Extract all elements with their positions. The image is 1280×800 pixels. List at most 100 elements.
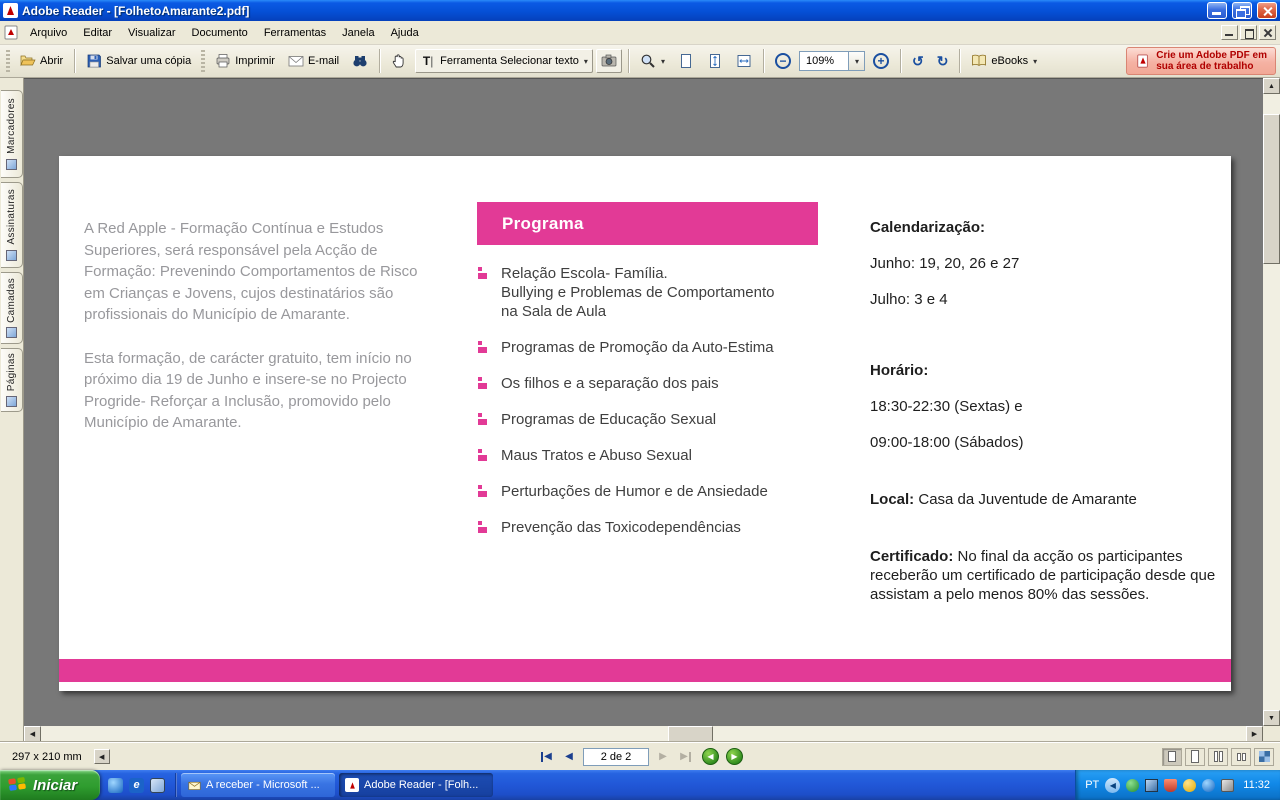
scroll-left-button[interactable]: ◀ (24, 726, 41, 742)
hide-icons-chevron[interactable]: ◀ (1105, 777, 1121, 793)
create-pdf-button[interactable]: Crie um Adobe PDF em sua área de trabalh… (1126, 47, 1276, 75)
single-page-layout-button[interactable] (1162, 747, 1182, 766)
menu-visualizar[interactable]: Visualizar (121, 24, 183, 42)
taskbar-item-outlook[interactable]: A receber - Microsoft ... (181, 773, 335, 797)
continuous-layout-button[interactable] (1185, 747, 1205, 766)
program-item: Prevenção das Toxicodependências (478, 518, 830, 537)
adobe-reader-window: Adobe Reader - [FolhetoAmarante2.pdf] Ar… (0, 0, 1280, 800)
list-bullet-icon (478, 521, 490, 533)
scroll-down-button[interactable]: ▼ (1263, 710, 1280, 726)
tab-marcadores[interactable]: Marcadores (1, 90, 23, 178)
zoom-tool-button[interactable]: ▾ (635, 49, 670, 73)
zoom-out-button[interactable]: − (770, 49, 796, 73)
tray-icon-network[interactable] (1145, 778, 1159, 792)
tray-icon-volume[interactable] (1202, 778, 1216, 792)
start-label: Iniciar (33, 776, 78, 794)
menu-editar[interactable]: Editar (76, 24, 119, 42)
menu-ajuda[interactable]: Ajuda (384, 24, 426, 42)
system-tray: PT ◀ 11:32 (1075, 770, 1280, 800)
taskbar: Iniciar e A receber - Microsoft ... Adob… (0, 770, 1280, 800)
page-number-field[interactable]: 2 de 2 (583, 747, 649, 766)
program-item: Programas de Educação Sexual (478, 410, 830, 429)
quick-launch-internet-explorer-icon[interactable]: e (129, 777, 144, 793)
program-item: Os filhos e a separação dos pais (478, 374, 830, 393)
fullscreen-view-button[interactable] (1254, 747, 1274, 766)
vertical-scrollbar[interactable]: ▲ ▼ (1263, 78, 1280, 726)
zoom-in-button[interactable]: + (868, 49, 894, 73)
email-button[interactable]: E-mail (283, 49, 344, 73)
rotate-counterclockwise-button[interactable]: ↺ (907, 49, 929, 74)
fit-page-button[interactable] (702, 49, 728, 73)
tray-icon-antivirus[interactable] (1164, 778, 1178, 792)
close-button[interactable] (1257, 2, 1277, 19)
horizontal-scrollbar[interactable]: ◀ ▶ (24, 726, 1263, 742)
menu-documento[interactable]: Documento (185, 24, 255, 42)
vertical-scroll-track[interactable] (1263, 94, 1280, 710)
facing-layout-button[interactable] (1231, 747, 1251, 766)
menu-arquivo[interactable]: Arquivo (23, 24, 74, 42)
zoom-combo-arrow[interactable]: ▾ (847, 52, 864, 70)
zoom-in-icon: + (872, 53, 889, 69)
fit-width-button[interactable] (731, 49, 757, 73)
previous-page-button[interactable]: ◀ (560, 748, 578, 766)
vertical-scroll-thumb[interactable] (1263, 114, 1280, 264)
restore-button[interactable] (1232, 2, 1252, 19)
save-copy-button[interactable]: Salvar uma cópia (81, 49, 196, 73)
status-scroll-left-button[interactable]: ◀ (93, 749, 110, 764)
scroll-right-button[interactable]: ▶ (1246, 726, 1263, 742)
zoom-level-combo[interactable]: 109% ▾ (798, 51, 865, 71)
rotate-clockwise-button[interactable]: ↻ (932, 49, 954, 74)
quick-launch: e (100, 770, 173, 800)
tray-icon-messenger[interactable] (1126, 778, 1140, 792)
next-page-button[interactable]: ▶ (654, 748, 672, 766)
first-page-button[interactable]: ◀ (537, 748, 555, 766)
tab-camadas[interactable]: Camadas (1, 272, 23, 344)
list-bullet-icon (478, 413, 490, 425)
document-area[interactable]: A Red Apple - Formação Contínua e Estudo… (24, 78, 1263, 726)
toolbar-separator (379, 49, 381, 73)
previous-view-button[interactable]: ◀ (702, 748, 719, 765)
doc-minimize-button[interactable] (1221, 25, 1238, 40)
taskbar-item-adobe-reader[interactable]: Adobe Reader - [Folh... (339, 773, 493, 797)
tab-assinaturas[interactable]: Assinaturas (1, 182, 23, 268)
title-bar[interactable]: Adobe Reader - [FolhetoAmarante2.pdf] (0, 0, 1280, 21)
scroll-up-button[interactable]: ▲ (1263, 78, 1280, 94)
hand-tool-button[interactable] (386, 49, 412, 73)
menu-ferramentas[interactable]: Ferramentas (257, 24, 333, 42)
doc-close-button[interactable] (1259, 25, 1276, 40)
open-button[interactable]: Abrir (15, 49, 68, 73)
schedule-block: Calendarização: Junho: 19, 20, 26 e 27 J… (870, 218, 1225, 604)
rotate-clockwise-icon: ↻ (936, 52, 949, 69)
next-view-button[interactable]: ▶ (726, 748, 743, 765)
horizontal-scroll-thumb[interactable] (667, 726, 713, 742)
start-button[interactable]: Iniciar (0, 770, 100, 800)
toolbar-grip[interactable] (201, 50, 206, 72)
location-line: Local: Casa da Juventude de Amarante (870, 490, 1225, 509)
language-indicator[interactable]: PT (1085, 779, 1099, 791)
bookmarks-icon (6, 158, 17, 170)
quick-launch-show-desktop-icon[interactable] (150, 777, 165, 793)
intro-paragraph-1: A Red Apple - Formação Contínua e Estudo… (84, 220, 418, 323)
horizontal-scroll-track[interactable] (41, 726, 1246, 742)
toolbar-grip[interactable] (6, 50, 10, 72)
quick-launch-msn-icon[interactable] (108, 777, 123, 793)
tray-icon-updates[interactable] (1183, 778, 1197, 792)
minimize-button[interactable] (1207, 2, 1227, 19)
continuous-facing-layout-button[interactable] (1208, 747, 1228, 766)
tray-icon-display[interactable] (1221, 778, 1235, 792)
tab-paginas[interactable]: Páginas (1, 348, 23, 412)
actual-size-button[interactable] (673, 49, 699, 73)
print-button[interactable]: Imprimir (210, 49, 280, 73)
search-button[interactable] (347, 49, 373, 73)
select-text-tool-button[interactable]: T | Ferramenta Selecionar texto ▾ (415, 49, 593, 73)
text-select-icon: T | (422, 54, 434, 68)
menu-janela[interactable]: Janela (335, 24, 381, 42)
doc-restore-button[interactable] (1240, 25, 1257, 40)
snapshot-tool-button[interactable] (595, 49, 622, 73)
windows-logo-icon (7, 775, 27, 795)
clock[interactable]: 11:32 (1243, 779, 1270, 791)
ebooks-button[interactable]: eBooks ▾ (966, 49, 1042, 73)
outlook-icon (187, 778, 201, 792)
zoom-level-value[interactable]: 109% (800, 52, 848, 70)
last-page-button[interactable]: ▶ (677, 748, 695, 766)
